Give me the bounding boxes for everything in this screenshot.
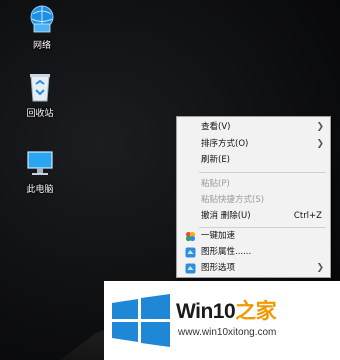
desktop-icon-recycle-bin[interactable]: 回收站 bbox=[12, 70, 68, 119]
menu-item-graphics-options[interactable]: 图形选项 ❯ bbox=[177, 261, 330, 276]
menu-separator bbox=[199, 172, 326, 173]
menu-item-shortcut: Ctrl+Z bbox=[293, 211, 322, 221]
menu-item-speed-up[interactable]: 一键加速 bbox=[177, 229, 330, 244]
this-pc-icon bbox=[27, 151, 53, 175]
desktop-icon-this-pc[interactable]: 此电脑 bbox=[12, 146, 68, 195]
watermark-brand: Win10之家 bbox=[176, 295, 277, 325]
menu-item-paste[interactable]: 粘贴(P) bbox=[177, 177, 330, 192]
menu-item-graphics-properties[interactable]: 图形属性...... bbox=[177, 245, 330, 260]
brand-suffix: 之家 bbox=[235, 300, 277, 323]
chevron-right-icon: ❯ bbox=[316, 263, 324, 273]
desktop-icon-label: 网络 bbox=[32, 41, 51, 51]
desktop-icon-label: 回收站 bbox=[26, 109, 54, 119]
desktop-icon-label: 此电脑 bbox=[26, 185, 54, 195]
menu-separator bbox=[199, 227, 326, 228]
menu-item-label: 粘贴(P) bbox=[201, 179, 230, 189]
menu-item-label: 撤消 删除(U) bbox=[201, 211, 251, 221]
chevron-right-icon: ❯ bbox=[316, 122, 324, 132]
watermark-url: www.win10xitong.com bbox=[178, 327, 277, 338]
menu-item-label: 图形选项 bbox=[201, 263, 236, 273]
windows-logo-icon bbox=[112, 294, 170, 347]
menu-item-refresh[interactable]: 刷新(E) bbox=[177, 153, 330, 168]
graphics-options-icon bbox=[185, 263, 196, 274]
brand-prefix: Win10 bbox=[176, 300, 236, 323]
watermark-banner: Win10之家 www.win10xitong.com bbox=[104, 281, 340, 360]
menu-item-label: 一键加速 bbox=[201, 231, 236, 241]
menu-item-label: 查看(V) bbox=[201, 122, 231, 132]
menu-item-label: 排序方式(O) bbox=[201, 139, 249, 149]
menu-item-label: 粘贴快捷方式(S) bbox=[201, 195, 265, 205]
desktop-icon-network[interactable]: 网络 bbox=[14, 2, 70, 51]
chevron-right-icon: ❯ bbox=[316, 139, 324, 149]
menu-item-sort-by[interactable]: 排序方式(O) ❯ bbox=[177, 137, 330, 152]
speed-up-icon bbox=[185, 231, 196, 242]
menu-item-label: 图形属性...... bbox=[201, 247, 252, 257]
network-icon bbox=[30, 5, 54, 33]
menu-item-undo-delete[interactable]: 撤消 删除(U) Ctrl+Z bbox=[177, 209, 330, 224]
menu-item-paste-shortcut[interactable]: 粘贴快捷方式(S) bbox=[177, 193, 330, 208]
recycle-bin-icon bbox=[30, 74, 50, 102]
context-menu: 查看(V) ❯ 排序方式(O) ❯ 刷新(E) 粘贴(P) 粘贴快捷方式(S) … bbox=[176, 116, 331, 278]
graphics-properties-icon bbox=[185, 247, 196, 258]
menu-item-label: 刷新(E) bbox=[201, 155, 231, 165]
menu-item-view[interactable]: 查看(V) ❯ bbox=[177, 120, 330, 135]
